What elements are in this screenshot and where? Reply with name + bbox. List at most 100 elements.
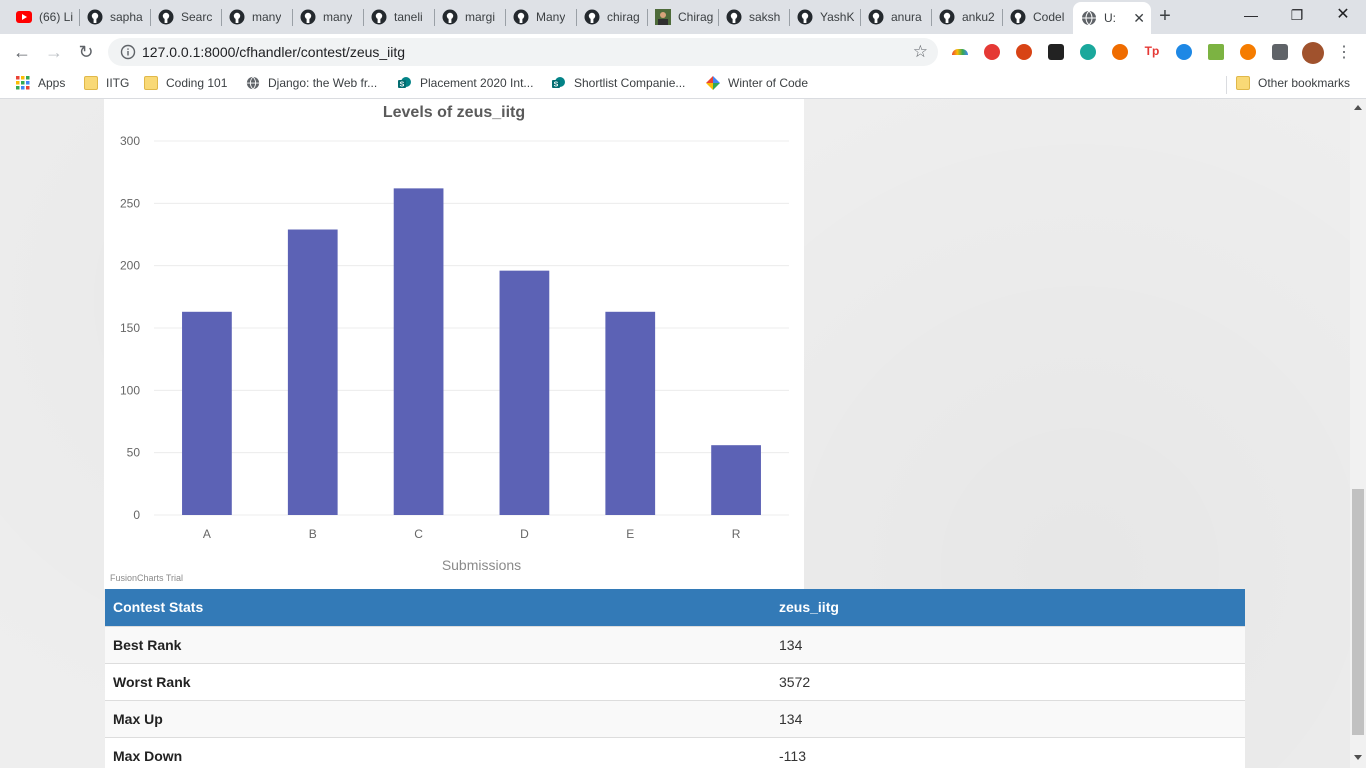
minimize-button[interactable]: — <box>1236 5 1266 25</box>
tab-0[interactable]: (66) Li <box>8 2 79 32</box>
folder-icon <box>84 76 98 90</box>
brave-extension-icon[interactable] <box>1112 44 1128 60</box>
extensions-puzzle-icon[interactable] <box>1272 44 1288 60</box>
tab-label: Codel <box>1033 10 1065 24</box>
tab-3[interactable]: many <box>221 2 292 32</box>
tab-label: many <box>323 10 353 24</box>
bookmarks-bar: Apps IITG Coding 101 Django: the Web fr... S… <box>0 70 1366 99</box>
svg-text:S: S <box>400 82 405 89</box>
github-icon <box>371 9 387 25</box>
tab-14[interactable]: Codel <box>1002 2 1073 32</box>
pinwheel-icon <box>706 76 720 90</box>
green-extension-icon[interactable] <box>1208 44 1224 60</box>
new-tab-button[interactable]: + <box>1156 6 1174 26</box>
stat-label: Max Down <box>105 736 771 768</box>
chart-panel: 0 50 100 150 200 250 300 A B C D E R Submissions Leve… <box>104 99 804 589</box>
y-tick-label: 200 <box>120 259 140 273</box>
forward-button[interactable]: → <box>44 42 64 62</box>
github-icon <box>797 9 813 25</box>
bookmark-0[interactable]: Apps <box>16 76 65 90</box>
stat-label: Max Up <box>105 699 771 737</box>
tab-15[interactable]: U: ✕ <box>1073 2 1151 34</box>
bookmark-6[interactable]: Winter of Code <box>706 76 808 90</box>
tab-8[interactable]: chirag <box>576 2 647 32</box>
profile-avatar[interactable] <box>1302 42 1324 64</box>
x-tick-label: B <box>309 527 317 541</box>
table-row: Max Down -113 <box>105 736 1245 768</box>
other-bookmarks-label: Other bookmarks <box>1258 76 1351 90</box>
vertical-scrollbar[interactable] <box>1350 99 1366 768</box>
github-icon <box>1010 9 1026 25</box>
tab-7[interactable]: Many <box>505 2 576 32</box>
tab-label: YashK <box>820 10 855 24</box>
site-info-icon[interactable] <box>120 44 136 60</box>
bookmark-3[interactable]: Django: the Web fr... <box>246 76 377 90</box>
browser-menu-icon[interactable]: ⋮ <box>1336 42 1352 62</box>
tab-6[interactable]: margi <box>434 2 505 32</box>
bookmark-5[interactable]: S Shortlist Companie... <box>552 76 685 90</box>
x-tick-label: A <box>203 527 211 541</box>
bookmark-star-icon[interactable]: ☆ <box>913 42 928 62</box>
tab-label: Searc <box>181 10 213 24</box>
bookmark-label: Placement 2020 Int... <box>420 76 534 90</box>
tab-label: Many <box>536 10 566 24</box>
svg-text:S: S <box>554 82 559 89</box>
bar <box>393 188 444 515</box>
close-tab-icon[interactable]: ✕ <box>1133 10 1145 27</box>
back-button[interactable]: ← <box>12 42 32 62</box>
tp-extension-icon[interactable]: Tp <box>1144 44 1160 60</box>
scroll-up-arrow[interactable] <box>1354 105 1362 110</box>
x-tick-label: R <box>732 527 741 541</box>
x-tick-label: E <box>626 527 634 541</box>
x-extension-icon[interactable] <box>1176 44 1192 60</box>
globe-icon <box>1081 10 1097 26</box>
restore-button[interactable]: ❐ <box>1282 5 1312 25</box>
m-extension-icon[interactable] <box>1080 44 1096 60</box>
contest-stats-table: Contest Stats zeus_iitg Best Rank 134 Wors… <box>105 589 1245 768</box>
bar <box>287 229 338 515</box>
bar <box>499 270 550 515</box>
table-header-row: Contest Stats zeus_iitg <box>105 589 1245 626</box>
x-axis-title: Submissions <box>442 557 521 573</box>
tampermonkey-extension-icon[interactable] <box>1048 44 1064 60</box>
close-window-button[interactable]: ✕ <box>1328 5 1358 25</box>
tab-label: (66) Li <box>39 10 74 24</box>
tab-11[interactable]: YashK <box>789 2 860 32</box>
address-bar[interactable]: 127.0.0.1:8000/cfhandler/contest/zeus_ii… <box>108 38 938 66</box>
github-icon <box>726 9 742 25</box>
tab-2[interactable]: Searc <box>150 2 221 32</box>
tab-12[interactable]: anura <box>860 2 931 32</box>
table-header-label: Contest Stats <box>105 589 771 626</box>
tab-label: taneli <box>394 10 423 24</box>
bookmark-2[interactable]: Coding 101 <box>144 76 227 90</box>
tab-13[interactable]: anku2 <box>931 2 1002 32</box>
tab-label: sapha <box>110 10 143 24</box>
folder-icon <box>144 76 158 90</box>
tab-1[interactable]: sapha <box>79 2 150 32</box>
bookmarks-divider <box>1226 76 1227 94</box>
bar <box>182 311 232 515</box>
other-bookmarks[interactable]: Other bookmarks <box>1236 76 1350 90</box>
stat-value: 134 <box>771 625 1245 663</box>
bookmark-1[interactable]: IITG <box>84 76 129 90</box>
bookmark-label: IITG <box>106 76 130 90</box>
github-icon <box>300 9 316 25</box>
scrollbar-thumb[interactable] <box>1352 489 1364 735</box>
reload-button[interactable]: ↻ <box>76 42 96 62</box>
tab-5[interactable]: taneli <box>363 2 434 32</box>
tab-9[interactable]: Chirag <box>647 2 718 32</box>
rainbow-extension-icon[interactable] <box>952 49 968 55</box>
tab-4[interactable]: many <box>292 2 363 32</box>
table-row: Worst Rank 3572 <box>105 662 1245 700</box>
stat-value: 3572 <box>771 662 1245 700</box>
bookmark-4[interactable]: S Placement 2020 Int... <box>398 76 533 90</box>
tab-10[interactable]: saksh <box>718 2 789 32</box>
orange-extension-icon[interactable] <box>1240 44 1256 60</box>
url-text: 127.0.0.1:8000/cfhandler/contest/zeus_ii… <box>142 44 406 60</box>
github-icon <box>442 9 458 25</box>
scroll-down-arrow[interactable] <box>1354 755 1362 760</box>
x-tick-label: C <box>414 527 423 541</box>
santa-extension-icon[interactable] <box>1016 44 1032 60</box>
adblock-extension-icon[interactable] <box>984 44 1000 60</box>
table-header-handle: zeus_iitg <box>771 589 1245 626</box>
